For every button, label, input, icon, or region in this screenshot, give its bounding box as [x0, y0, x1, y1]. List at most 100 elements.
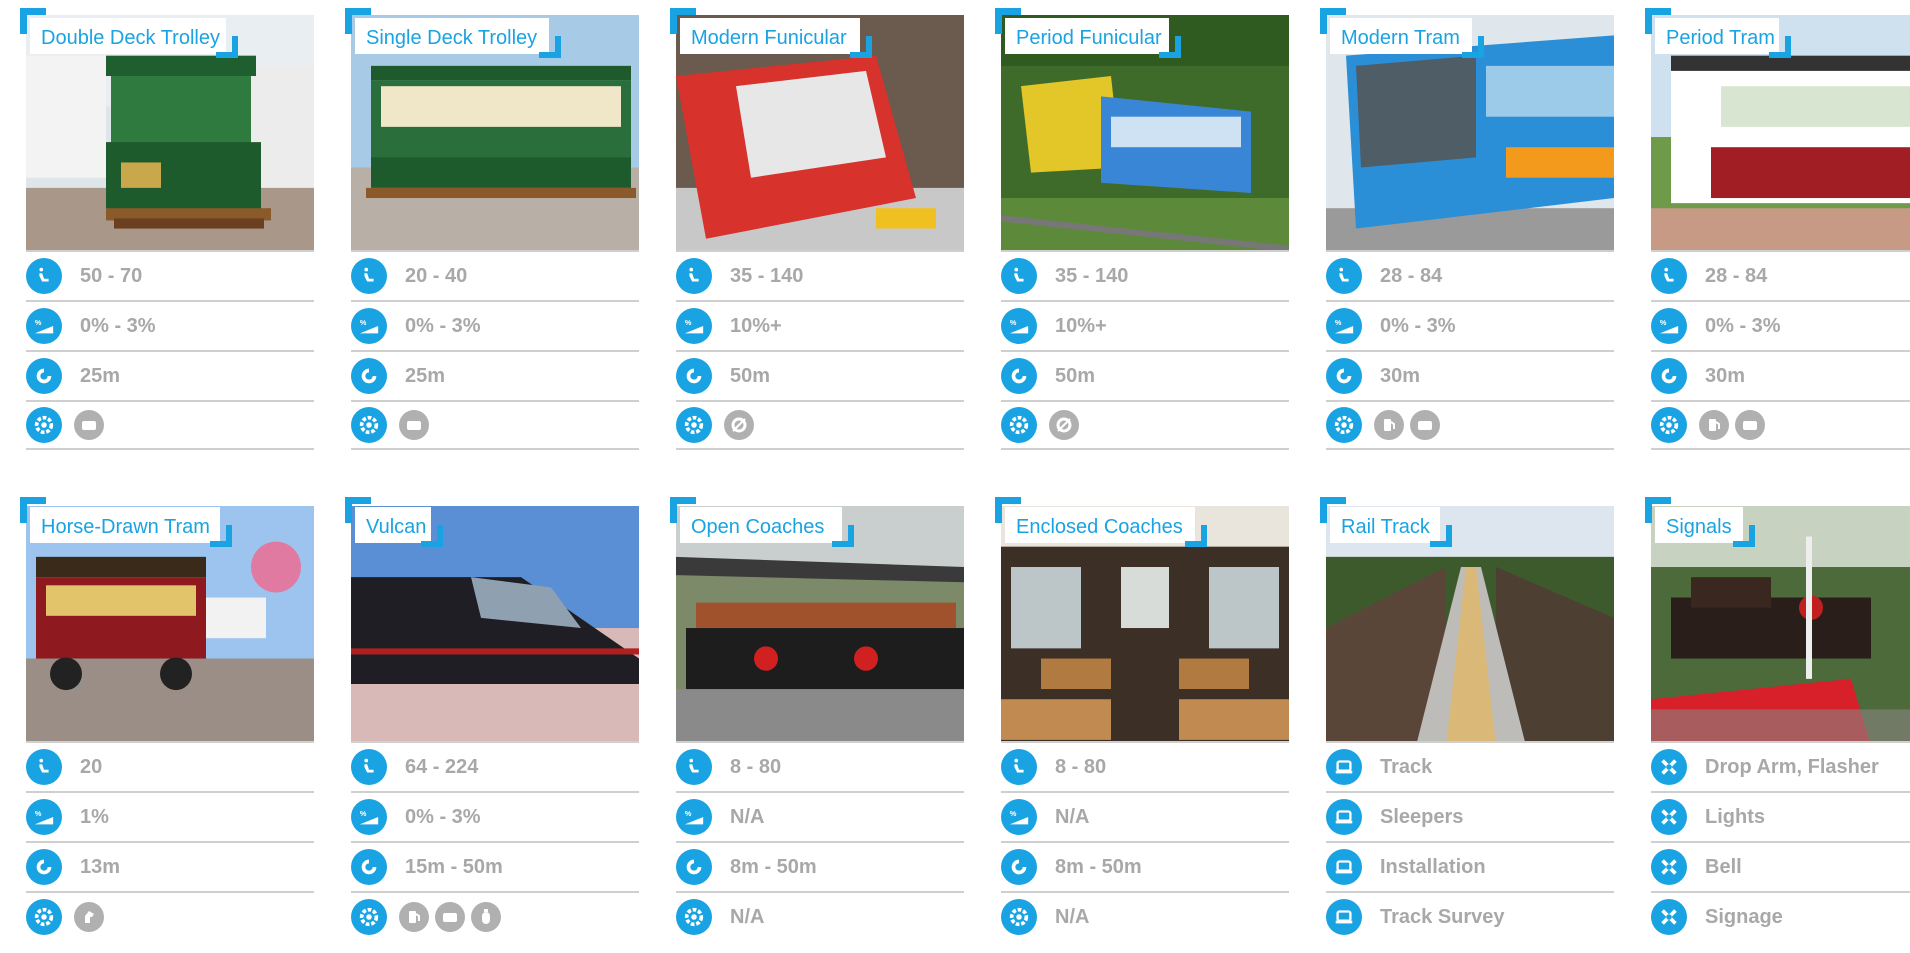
- svg-text:%: %: [360, 318, 367, 327]
- power-row: [1651, 400, 1910, 450]
- capacity-value: 35 - 140: [1055, 264, 1129, 287]
- gradient-row: % 10%+: [676, 300, 964, 350]
- gradient-slope-icon: %: [28, 801, 60, 833]
- gradient-value: N/A: [1055, 805, 1090, 828]
- gradient-slope-icon: %: [1328, 310, 1360, 342]
- card-title: Enclosed Coaches: [1016, 516, 1183, 538]
- radius-value: 8m - 50m: [730, 855, 817, 878]
- power-row: [1326, 400, 1614, 450]
- gradient-value: 0% - 3%: [80, 314, 156, 337]
- seat-passenger-icon: [678, 260, 710, 292]
- power-gear-icon: [1328, 409, 1360, 441]
- spec-list: 28 - 84 % 0% - 3% 30m: [1326, 250, 1614, 450]
- card-title: Open Coaches: [691, 516, 825, 538]
- gradient-value: 0% - 3%: [405, 805, 481, 828]
- gradient-value: 10%+: [730, 314, 782, 337]
- power-gear-icon: [678, 901, 710, 933]
- radius-row: 15m - 50m: [351, 841, 639, 891]
- svg-text:%: %: [1010, 809, 1017, 818]
- title-tag: Horse-Drawn Tram: [20, 497, 232, 547]
- radius-value: 25m: [80, 364, 121, 387]
- signal-cross-icon: [1653, 751, 1685, 783]
- lights-row: Lights: [1651, 791, 1910, 841]
- service-item: Track: [1380, 755, 1433, 778]
- power-gear-icon: [353, 901, 385, 933]
- seat-passenger-icon: [28, 751, 60, 783]
- drop-arm-row: Drop Arm, Flasher: [1651, 741, 1910, 791]
- gradient-row: % 0% - 3%: [26, 300, 314, 350]
- power-row: [1001, 400, 1289, 450]
- power-gear-icon: [1003, 901, 1035, 933]
- turning-radius-icon: [353, 851, 385, 883]
- track-rail-icon: [1328, 801, 1360, 833]
- svg-text:%: %: [685, 318, 692, 327]
- capacity-value: 28 - 84: [1380, 264, 1443, 287]
- capacity-value: 28 - 84: [1705, 264, 1768, 287]
- radius-value: 50m: [730, 364, 771, 387]
- power-gear-icon: [28, 409, 60, 441]
- spec-list: 35 - 140 % 10%+ 50m: [676, 250, 964, 450]
- title-tag: Signals: [1645, 497, 1755, 547]
- track-rail-icon: [1328, 851, 1360, 883]
- turning-radius-icon: [678, 851, 710, 883]
- gradient-value: 0% - 3%: [1380, 314, 1456, 337]
- seat-passenger-icon: [353, 751, 385, 783]
- power-row: [26, 891, 314, 941]
- spec-list: Track Sleepers Installation Track Survey: [1326, 741, 1614, 941]
- survey-row: Track Survey: [1326, 891, 1614, 941]
- card-title: Double Deck Trolley: [41, 27, 220, 49]
- radius-value: 25m: [405, 364, 446, 387]
- track-rail-icon: [1328, 751, 1360, 783]
- gradient-row: % 0% - 3%: [351, 300, 639, 350]
- title-tag: Single Deck Trolley: [345, 8, 561, 58]
- turning-radius-icon: [1328, 360, 1360, 392]
- capacity-value: 64 - 224: [405, 755, 479, 778]
- radius-value: 50m: [1055, 364, 1096, 387]
- fuel-pump-icon: [399, 902, 429, 932]
- fuel-pump-icon: [1699, 410, 1729, 440]
- signal-cross-icon: [1653, 851, 1685, 883]
- title-tag: Period Funicular: [995, 8, 1181, 58]
- power-row: [26, 400, 314, 450]
- spec-list: 8 - 80 % N/A 8m - 50m N/A: [1001, 741, 1289, 941]
- radius-row: 50m: [1001, 350, 1289, 400]
- turning-radius-icon: [353, 360, 385, 392]
- capacity-row: 20 - 40: [351, 250, 639, 300]
- radius-row: 30m: [1326, 350, 1614, 400]
- power-row: [351, 891, 639, 941]
- power-gear-icon: [353, 409, 385, 441]
- track-row: Track: [1326, 741, 1614, 791]
- capacity-value: 20 - 40: [405, 264, 468, 287]
- radius-row: 13m: [26, 841, 314, 891]
- seat-passenger-icon: [1003, 751, 1035, 783]
- power-gear-icon: [28, 901, 60, 933]
- title-tag: Vulcan: [345, 497, 443, 547]
- radius-value: 15m - 50m: [405, 855, 503, 878]
- gradient-slope-icon: %: [678, 310, 710, 342]
- turning-radius-icon: [28, 360, 60, 392]
- installation-row: Installation: [1326, 841, 1614, 891]
- gradient-value: 0% - 3%: [405, 314, 481, 337]
- gradient-slope-icon: %: [353, 310, 385, 342]
- fuel-pump-icon: [1374, 410, 1404, 440]
- card-title: Horse-Drawn Tram: [41, 516, 210, 538]
- radius-value: 30m: [1380, 364, 1421, 387]
- svg-text:%: %: [1010, 318, 1017, 327]
- capacity-row: 50 - 70: [26, 250, 314, 300]
- spec-list: 64 - 224 % 0% - 3% 15m - 50m: [351, 741, 639, 941]
- service-item: Lights: [1705, 805, 1765, 828]
- battery-icon: [1735, 410, 1765, 440]
- power-row: [351, 400, 639, 450]
- title-tag: Double Deck Trolley: [20, 8, 238, 58]
- title-tag: Rail Track: [1320, 497, 1452, 547]
- gradient-row: % 0% - 3%: [351, 791, 639, 841]
- capacity-row: 8 - 80: [1001, 741, 1289, 791]
- capacity-row: 28 - 84: [1326, 250, 1614, 300]
- gradient-row: % 10%+: [1001, 300, 1289, 350]
- radius-row: 8m - 50m: [676, 841, 964, 891]
- capacity-value: 8 - 80: [730, 755, 782, 778]
- gas-cylinder-icon: [471, 902, 501, 932]
- capacity-row: 20: [26, 741, 314, 791]
- cable-pulley-icon: [724, 410, 754, 440]
- seat-passenger-icon: [1003, 260, 1035, 292]
